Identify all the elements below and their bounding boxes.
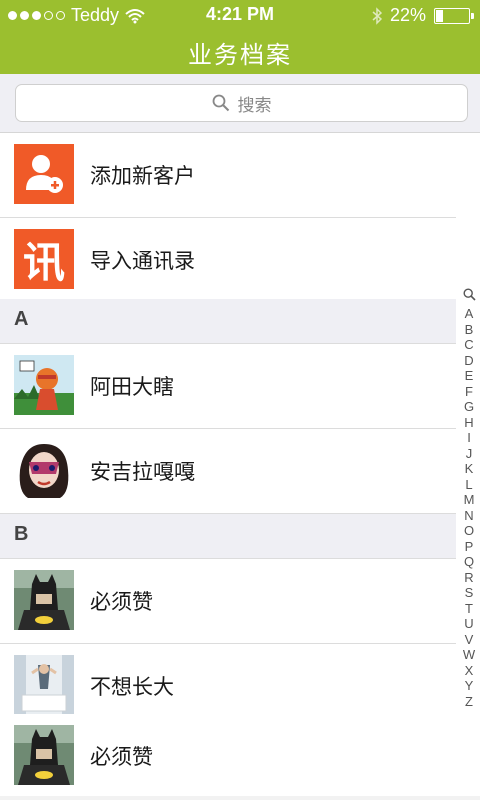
index-letter-p[interactable]: P xyxy=(465,539,474,555)
xun-icon-glyph: 讯 xyxy=(22,237,65,287)
search-icon xyxy=(212,94,229,112)
index-letter-s[interactable]: S xyxy=(465,585,474,601)
index-letter-x[interactable]: X xyxy=(465,663,474,679)
index-letter-w[interactable]: W xyxy=(463,647,475,663)
index-letter-n[interactable]: N xyxy=(464,508,473,524)
page-title: 业务档案 xyxy=(188,41,292,69)
contact-name: 必须赞 xyxy=(90,590,153,614)
section-header-b: B xyxy=(0,514,456,559)
add-customer-label: 添加新客户 xyxy=(90,164,195,188)
avatar xyxy=(14,655,74,715)
index-letter-o[interactable]: O xyxy=(464,523,474,539)
navigation-bar: 业务档案 xyxy=(0,30,480,74)
bottom-edge xyxy=(0,796,480,800)
contact-row[interactable]: 必须赞 xyxy=(0,559,456,644)
index-letter-d[interactable]: D xyxy=(464,353,473,369)
index-letter-z[interactable]: Z xyxy=(465,694,473,710)
index-letter-a[interactable]: A xyxy=(465,306,474,322)
index-letter-j[interactable]: J xyxy=(466,446,473,462)
section-header-a: A xyxy=(0,299,456,344)
index-letter-v[interactable]: V xyxy=(465,632,474,648)
avatar xyxy=(14,570,74,630)
index-letter-h[interactable]: H xyxy=(464,415,473,431)
index-search-icon[interactable] xyxy=(462,288,476,306)
avatar xyxy=(14,440,74,500)
import-contacts-label: 导入通讯录 xyxy=(90,249,195,273)
avatar xyxy=(14,355,74,415)
index-letter-e[interactable]: E xyxy=(465,368,474,384)
status-right: 22% xyxy=(372,5,474,26)
index-letter-k[interactable]: K xyxy=(465,461,474,477)
alphabet-index[interactable]: ABCDEFGHIJKLMNOPQRSTUVWXYZ xyxy=(458,288,480,712)
battery-icon xyxy=(434,7,474,24)
status-bar: Teddy 4:21 PM 22% xyxy=(0,0,480,30)
index-letter-q[interactable]: Q xyxy=(464,554,474,570)
contact-name: 必须赞 xyxy=(90,745,153,769)
contact-row[interactable]: 必须赞 xyxy=(0,714,456,798)
contact-name: 安吉拉嘎嘎 xyxy=(90,460,195,484)
index-letter-r[interactable]: R xyxy=(464,570,473,586)
index-letter-c[interactable]: C xyxy=(464,337,473,353)
add-customer-row[interactable]: 添加新客户 xyxy=(0,133,456,218)
index-letter-f[interactable]: F xyxy=(465,384,473,400)
xun-icon: 讯 xyxy=(14,229,74,289)
add-user-icon xyxy=(14,144,74,204)
search-input[interactable]: 搜索 xyxy=(15,84,468,122)
index-letter-y[interactable]: Y xyxy=(465,678,474,694)
section-letter: A xyxy=(14,308,29,330)
contact-name: 不想长大 xyxy=(90,675,174,699)
search-bar: 搜索 xyxy=(0,74,480,133)
index-letter-b[interactable]: B xyxy=(465,322,474,338)
index-letter-u[interactable]: U xyxy=(464,616,473,632)
contact-row[interactable]: 阿田大瞎 xyxy=(0,344,456,429)
section-letter: B xyxy=(14,523,29,545)
battery-percent: 22% xyxy=(389,5,426,25)
bluetooth-icon xyxy=(372,6,382,25)
index-letter-l[interactable]: L xyxy=(465,477,472,493)
index-letter-m[interactable]: M xyxy=(464,492,475,508)
index-letter-g[interactable]: G xyxy=(464,399,474,415)
index-letter-t[interactable]: T xyxy=(465,601,473,617)
avatar xyxy=(14,725,74,785)
import-contacts-row[interactable]: 讯 导入通讯录 xyxy=(0,218,456,303)
search-placeholder: 搜索 xyxy=(237,95,272,116)
contact-row[interactable]: 安吉拉嘎嘎 xyxy=(0,429,456,514)
index-letter-i[interactable]: I xyxy=(467,430,471,446)
contact-name: 阿田大瞎 xyxy=(90,375,174,399)
